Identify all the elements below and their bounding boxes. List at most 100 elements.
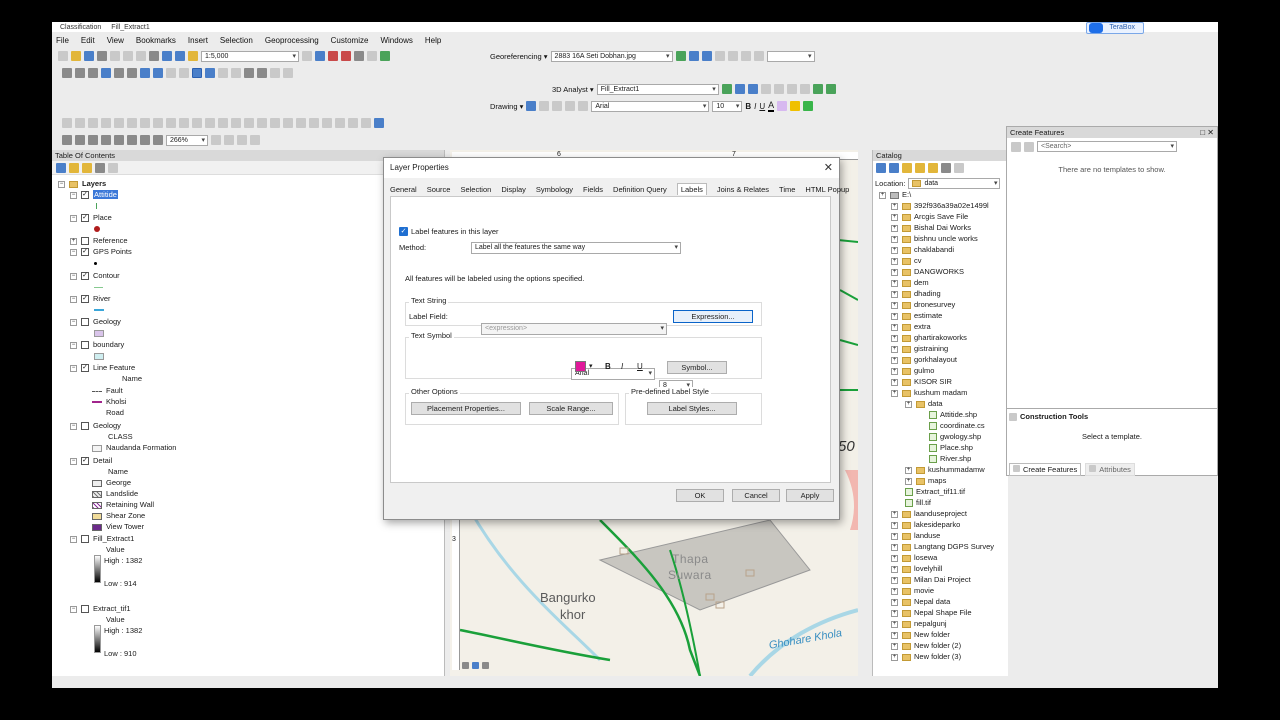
toc-layer-reference[interactable]: + Reference xyxy=(70,236,128,246)
expand-toggle-icon[interactable]: + xyxy=(891,257,898,265)
catalog-folder[interactable]: + gistraining xyxy=(891,344,948,354)
rectangle-icon[interactable] xyxy=(552,101,563,111)
template-search-input[interactable]: <Search> xyxy=(1037,141,1177,152)
zoom-100-icon[interactable] xyxy=(114,135,124,145)
edit-tool-16-icon[interactable] xyxy=(257,118,267,128)
edit-tool-23-icon[interactable] xyxy=(348,118,358,128)
expand-toggle-icon[interactable]: + xyxy=(891,609,898,617)
catalog-folder[interactable]: + kushum madam xyxy=(891,388,967,398)
edit-tool-4-icon[interactable] xyxy=(101,118,111,128)
toc-layer-attitide[interactable]: − ✓ Attitide xyxy=(70,190,118,200)
ok-button[interactable]: OK xyxy=(676,489,724,502)
3d-analyst-menu[interactable]: 3D Analyst ▾ xyxy=(552,85,594,94)
expand-toggle-icon[interactable]: + xyxy=(891,345,898,353)
auto-register-icon[interactable] xyxy=(714,51,725,61)
edit-tool-22-icon[interactable] xyxy=(335,118,345,128)
toc-layer-river[interactable]: − ✓ River xyxy=(70,294,111,304)
redo-icon[interactable] xyxy=(175,51,185,61)
catalog-folder[interactable]: + Nepal Shape File xyxy=(891,608,972,618)
method-select[interactable]: Label all the features the same way xyxy=(471,242,681,254)
menu-customize[interactable]: Customize xyxy=(331,36,369,45)
toggle-draft-icon[interactable] xyxy=(211,135,221,145)
back-icon[interactable] xyxy=(140,68,150,78)
symbol-button[interactable]: Symbol... xyxy=(667,361,727,374)
expand-toggle-icon[interactable]: + xyxy=(891,246,898,254)
catalog-folder[interactable]: + Arcgis Save File xyxy=(891,212,968,222)
fill-color-icon[interactable] xyxy=(777,101,788,111)
expand-toggle-icon[interactable]: + xyxy=(891,510,898,518)
expand-toggle-icon[interactable]: + xyxy=(891,301,898,309)
paste-icon[interactable] xyxy=(136,51,146,61)
tab-source[interactable]: Source xyxy=(427,185,451,194)
editor-icon[interactable] xyxy=(302,51,312,61)
catalog-up-icon[interactable] xyxy=(902,163,912,173)
expand-toggle-icon[interactable]: + xyxy=(891,532,898,540)
menu-edit[interactable]: Edit xyxy=(81,36,95,45)
edit-tool-17-icon[interactable] xyxy=(270,118,280,128)
fixed-zoom-in-icon[interactable] xyxy=(114,68,124,78)
data-driven-pages-icon[interactable] xyxy=(250,135,260,145)
catalog-back-icon[interactable] xyxy=(876,163,886,173)
expand-toggle-icon[interactable]: + xyxy=(891,389,898,397)
html-popup-icon[interactable] xyxy=(231,68,241,78)
expand-toggle-icon[interactable]: + xyxy=(891,598,898,606)
scale-combo[interactable]: 1:5,000 xyxy=(201,50,299,62)
bold-button[interactable]: B xyxy=(745,102,751,111)
menu-help[interactable]: Help xyxy=(425,36,441,45)
catalog-folder[interactable]: + Bishal Dai Works xyxy=(891,223,971,233)
catalog-folder[interactable]: + KISOR SIR xyxy=(891,377,952,387)
georef-option-icon[interactable] xyxy=(753,51,764,61)
expand-toggle-icon[interactable]: + xyxy=(891,642,898,650)
catalog-folder[interactable]: + DANGWORKS xyxy=(891,267,964,277)
expand-toggle-icon[interactable]: + xyxy=(891,334,898,342)
catalog-folder[interactable]: + cv xyxy=(891,256,922,266)
filter-templates-icon[interactable] xyxy=(1024,141,1034,152)
toggle-contents-icon[interactable] xyxy=(941,163,951,173)
menu-bookmarks[interactable]: Bookmarks xyxy=(136,36,176,45)
interpolate-point-icon[interactable] xyxy=(760,84,771,94)
toc-options-icon[interactable] xyxy=(108,162,118,173)
expand-toggle-icon[interactable]: + xyxy=(891,620,898,628)
catalog-folder[interactable]: + dhading xyxy=(891,289,941,299)
expand-toggle-icon[interactable]: + xyxy=(891,202,898,210)
catalog-folder[interactable]: + extra xyxy=(891,322,931,332)
arcglobe-icon[interactable] xyxy=(825,84,836,94)
tab-time[interactable]: Time xyxy=(779,185,795,194)
edit-tool-13-icon[interactable] xyxy=(218,118,228,128)
arcscene-icon[interactable] xyxy=(812,84,823,94)
view-link-table-icon[interactable] xyxy=(727,51,738,61)
find-icon[interactable] xyxy=(257,68,267,78)
catalog-folder[interactable]: + movie xyxy=(891,586,934,596)
catalog-home-icon[interactable] xyxy=(915,163,925,173)
toc-layer-extract-tif1[interactable]: − Extract_tif1 xyxy=(70,604,131,614)
toc-layer-contour[interactable]: − ✓ Contour xyxy=(70,271,120,281)
text-icon[interactable] xyxy=(565,101,576,111)
measure-icon[interactable] xyxy=(244,68,254,78)
toc-layer-detail[interactable]: − ✓ Detail xyxy=(70,456,112,466)
georeferencing-menu[interactable]: Georeferencing ▾ xyxy=(490,52,548,61)
go-to-xy-icon[interactable] xyxy=(270,68,280,78)
tab-general[interactable]: General xyxy=(390,185,417,194)
layout-back-icon[interactable] xyxy=(153,135,163,145)
layout-view-icon[interactable] xyxy=(462,662,469,669)
tab-display[interactable]: Display xyxy=(501,185,526,194)
expand-toggle-icon[interactable]: + xyxy=(891,356,898,364)
expand-toggle-icon[interactable]: + xyxy=(891,576,898,584)
edit-tool-18-icon[interactable] xyxy=(283,118,293,128)
catalog-views-icon[interactable] xyxy=(954,163,964,173)
catalog-file[interactable]: gwology.shp xyxy=(929,432,981,442)
georef-extra-combo[interactable] xyxy=(766,50,815,62)
pause-drawing-icon[interactable] xyxy=(482,662,489,669)
expand-toggle-icon[interactable]: + xyxy=(891,521,898,529)
edit-tool-21-icon[interactable] xyxy=(322,118,332,128)
symbol-bold-button[interactable]: B xyxy=(605,362,611,371)
catalog-file[interactable]: coordinate.cs xyxy=(929,421,985,431)
catalog-folder[interactable]: + New folder (2) xyxy=(891,641,961,651)
expression-button[interactable]: Expression... xyxy=(673,310,753,323)
expand-toggle-icon[interactable]: + xyxy=(891,312,898,320)
print-icon[interactable] xyxy=(97,51,107,61)
expand-toggle-icon[interactable]: + xyxy=(891,367,898,375)
edit-tool-10-icon[interactable] xyxy=(179,118,189,128)
list-by-visibility-icon[interactable] xyxy=(82,162,92,173)
hyperlink-icon[interactable] xyxy=(218,68,228,78)
